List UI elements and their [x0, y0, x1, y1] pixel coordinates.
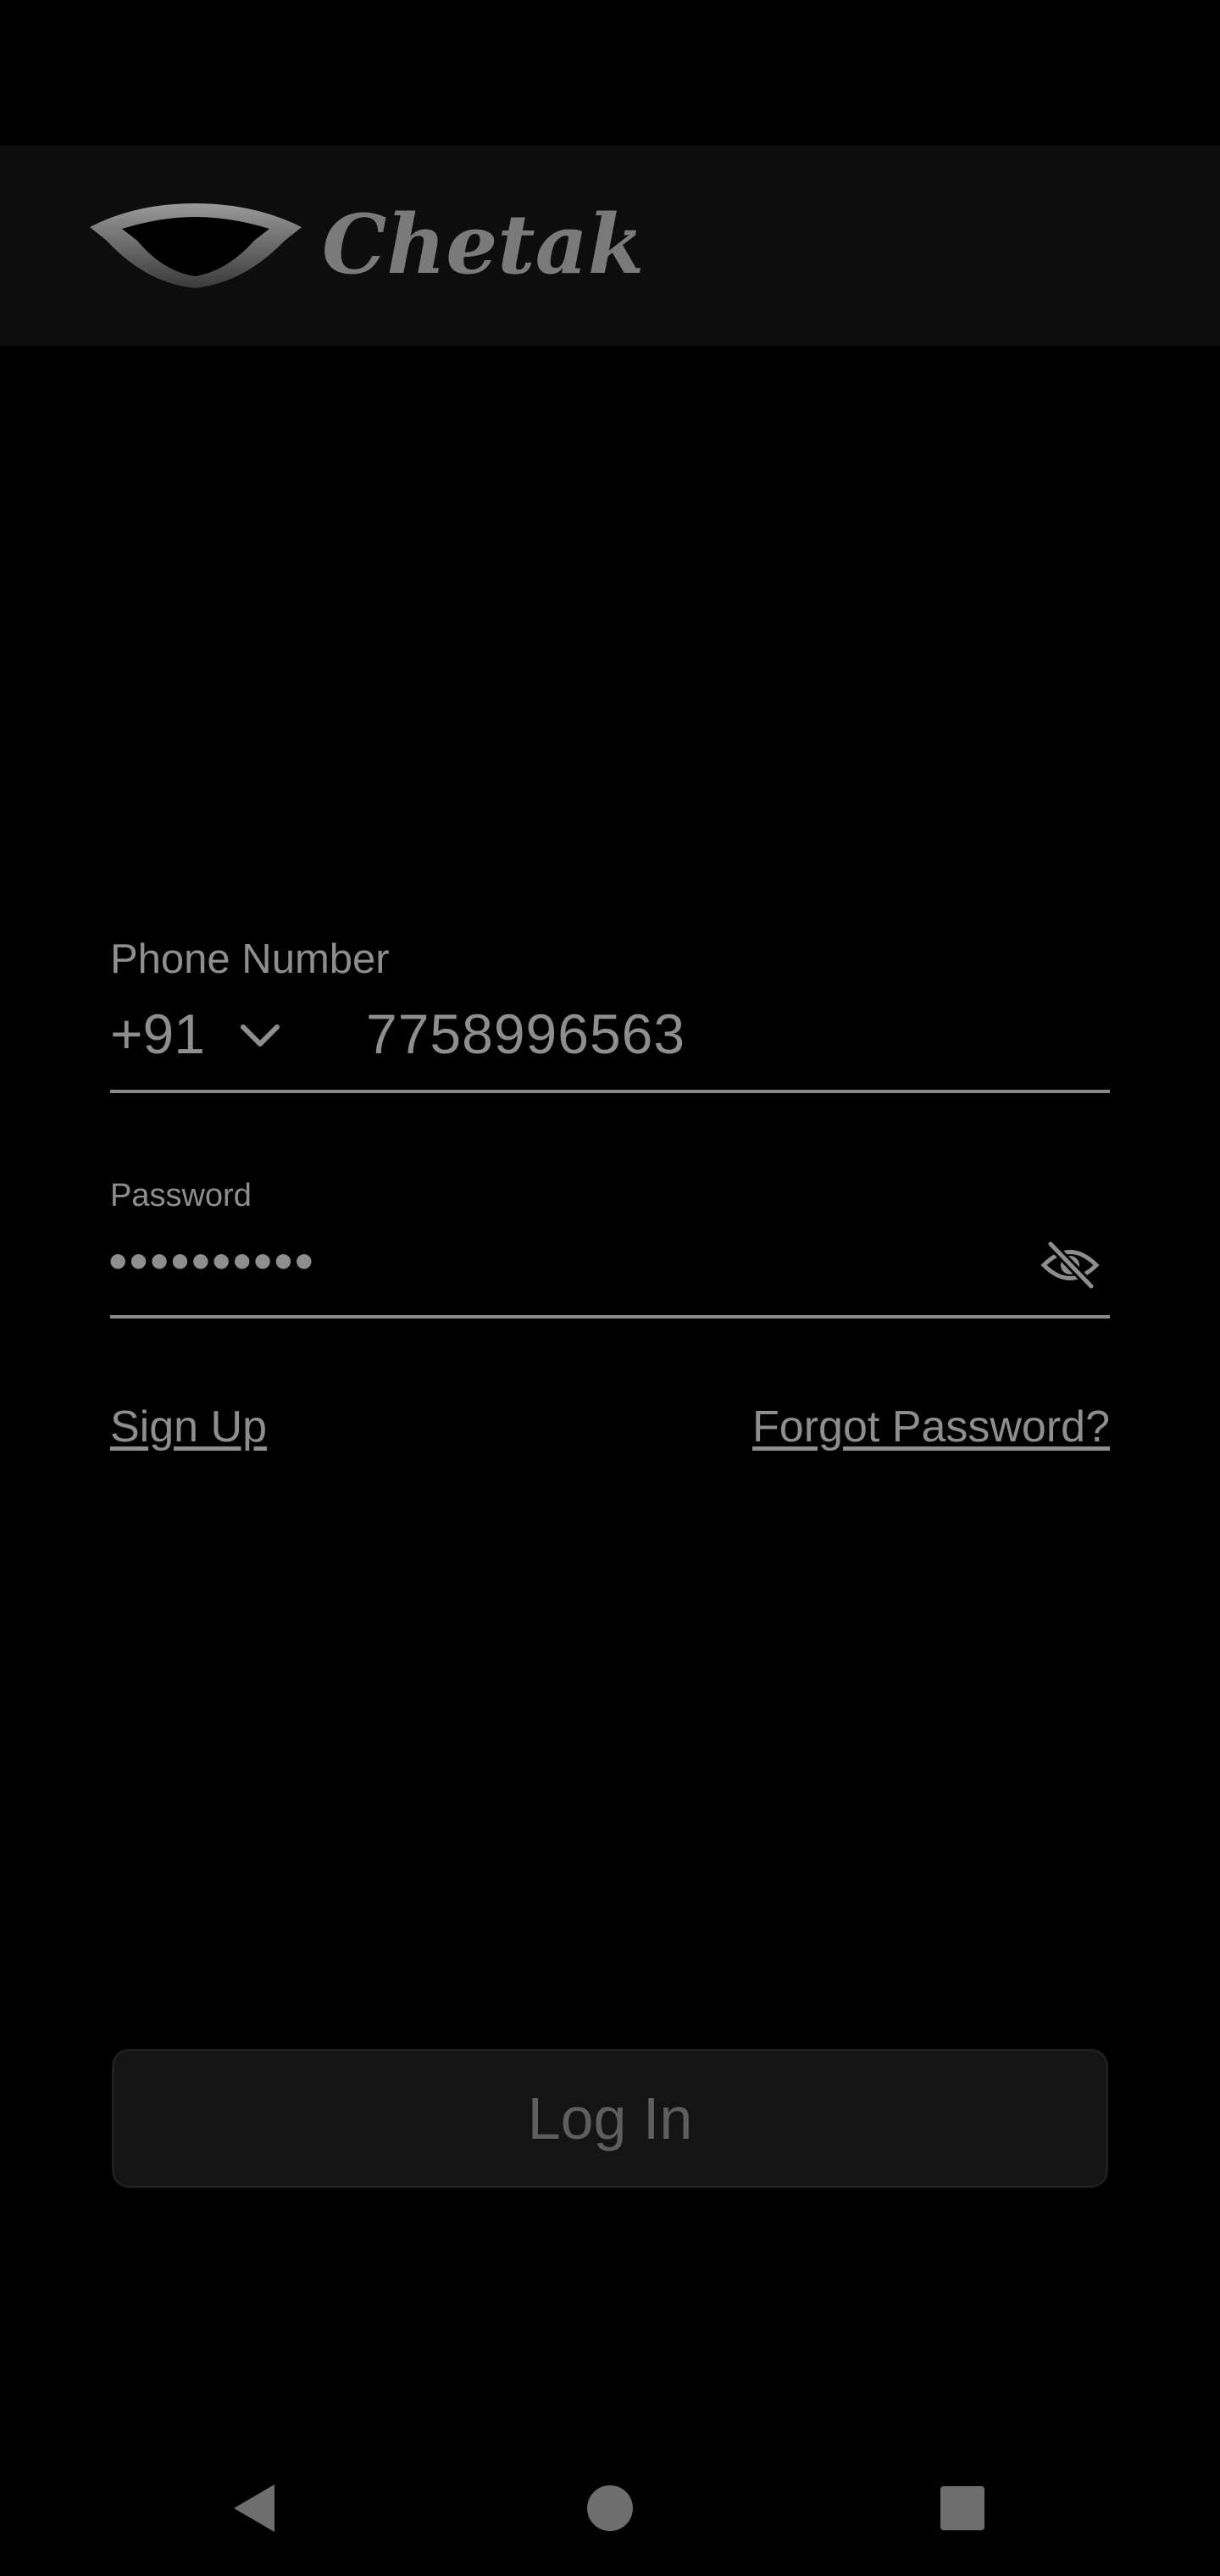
- forgot-password-link[interactable]: Forgot Password?: [752, 1402, 1110, 1452]
- recents-square-icon[interactable]: [930, 2476, 995, 2540]
- home-circle-icon[interactable]: [578, 2476, 642, 2540]
- phone-number-label: Phone Number: [110, 936, 390, 982]
- status-bar: [0, 0, 1220, 146]
- system-nav-bar: [0, 2440, 1220, 2576]
- password-input[interactable]: ••••••••••: [108, 1227, 315, 1295]
- sign-up-link[interactable]: Sign Up: [110, 1402, 267, 1452]
- eye-off-icon[interactable]: [1040, 1239, 1100, 1291]
- password-label: Password: [110, 1178, 252, 1213]
- app-header: Chetak: [0, 146, 1220, 346]
- back-triangle-icon[interactable]: [222, 2476, 286, 2540]
- phone-field-underline: [110, 1090, 1110, 1093]
- svg-text:Chetak: Chetak: [322, 198, 644, 291]
- chetak-logo: Chetak: [85, 198, 864, 291]
- password-field-underline: [110, 1315, 1110, 1319]
- chevron-down-icon[interactable]: [239, 1022, 281, 1052]
- country-code-selector[interactable]: +91: [110, 1002, 205, 1066]
- phone-number-input[interactable]: 7758996563: [366, 1002, 685, 1066]
- login-screen: Chetak Phone Number +91 7758996563 Passw…: [0, 0, 1220, 2576]
- login-button[interactable]: Log In: [112, 2049, 1108, 2188]
- login-button-label: Log In: [527, 2085, 693, 2151]
